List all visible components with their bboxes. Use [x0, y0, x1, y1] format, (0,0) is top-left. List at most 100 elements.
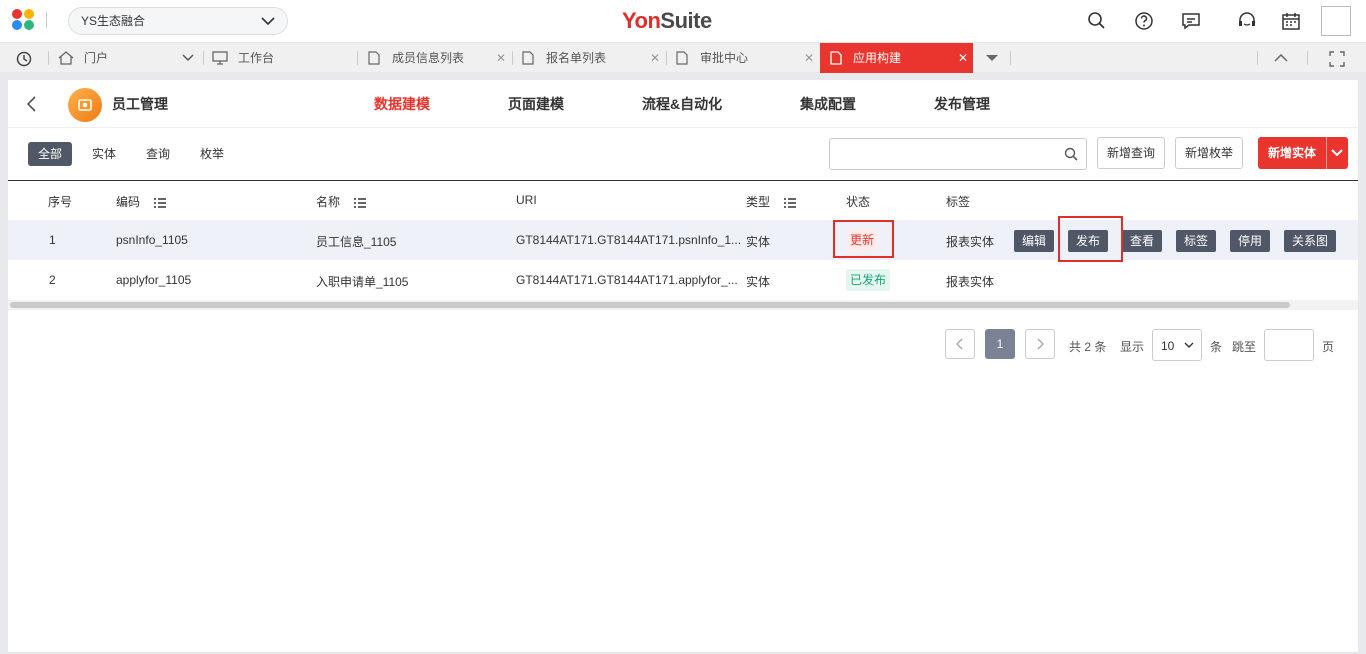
col-type-label: 类型 [746, 195, 771, 209]
chevron-right-icon [1037, 338, 1045, 350]
divider [203, 51, 204, 65]
tab-workbench[interactable]: 工作台 [212, 43, 352, 73]
back-icon[interactable] [22, 94, 42, 114]
nav-release-management[interactable]: 发布管理 [934, 94, 990, 114]
page-size-value: 10 [1161, 339, 1175, 353]
cell-tag: 报表实体 [946, 275, 995, 289]
chevron-down-icon [1184, 342, 1194, 348]
app-icon [68, 88, 102, 122]
cell-index: 1 [49, 233, 56, 247]
filter-entity[interactable]: 实体 [82, 142, 126, 166]
close-icon[interactable]: ✕ [958, 43, 968, 73]
close-icon[interactable]: ✕ [804, 43, 814, 73]
help-icon[interactable] [1134, 11, 1154, 31]
filter-query[interactable]: 查询 [136, 142, 180, 166]
service-icon[interactable] [1237, 11, 1257, 31]
chevron-down-icon[interactable] [1331, 147, 1343, 159]
document-icon [368, 51, 380, 65]
chevron-down-icon[interactable] [182, 54, 194, 62]
divider [1257, 51, 1258, 65]
history-icon[interactable] [16, 51, 32, 67]
cell-name: 入职申请单_1105 [316, 275, 409, 289]
tab-app-builder[interactable]: 应用构建 ✕ [820, 43, 973, 73]
tag-button[interactable]: 标签 [1176, 230, 1217, 252]
search-input[interactable] [830, 139, 1050, 169]
calendar-icon[interactable] [1281, 11, 1301, 31]
relation-graph-button[interactable]: 关系图 [1284, 230, 1337, 252]
chevron-left-icon [955, 338, 963, 350]
brand-part1: Yon [622, 8, 661, 33]
tab-signup-list[interactable]: 报名单列表 ✕ [520, 43, 662, 73]
edit-button[interactable]: 编辑 [1014, 230, 1055, 252]
col-uri: URI [516, 193, 537, 207]
search-icon[interactable] [1064, 147, 1078, 161]
col-tag: 标签 [946, 195, 971, 209]
chevron-up-icon[interactable] [1274, 54, 1288, 62]
document-icon [522, 51, 534, 65]
tab-label: 应用构建 [853, 51, 902, 65]
scrollbar-thumb[interactable] [10, 302, 1290, 308]
jump-page-input[interactable] [1266, 331, 1312, 359]
cell-index: 2 [49, 273, 56, 287]
tab-label: 报名单列表 [546, 51, 607, 65]
jump-page-field [1264, 329, 1314, 361]
unit-label: 条 [1210, 340, 1223, 354]
app-logo-icon[interactable] [12, 9, 38, 31]
filter-all[interactable]: 全部 [28, 142, 73, 166]
tab-label: 审批中心 [700, 51, 749, 65]
divider [46, 12, 47, 28]
col-index: 序号 [48, 195, 73, 209]
new-enum-button[interactable]: 新增枚举 [1175, 137, 1243, 169]
org-selector[interactable]: YS生态融合 [68, 7, 288, 35]
tab-member-list[interactable]: 成员信息列表 ✕ [366, 43, 508, 73]
divider [666, 51, 667, 65]
top-bar: YS生态融合 YonSuite [0, 0, 1366, 42]
nav-integration-config[interactable]: 集成配置 [800, 94, 856, 114]
filter-list-icon[interactable] [784, 198, 797, 208]
cell-name: 员工信息_1105 [316, 235, 397, 249]
tab-approval-center[interactable]: 审批中心 ✕ [674, 43, 816, 73]
close-icon[interactable]: ✕ [496, 43, 506, 73]
view-button[interactable]: 查看 [1122, 230, 1163, 252]
disable-button[interactable]: 停用 [1230, 230, 1271, 252]
prev-page-button[interactable] [945, 329, 975, 359]
next-page-button[interactable] [1025, 329, 1055, 359]
filter-enum[interactable]: 枚举 [190, 142, 234, 166]
new-query-button[interactable]: 新增查询 [1097, 137, 1165, 169]
col-code-label: 编码 [116, 195, 141, 209]
horizontal-scrollbar[interactable] [8, 300, 1358, 310]
nav-page-modeling[interactable]: 页面建模 [508, 94, 564, 114]
close-icon[interactable]: ✕ [650, 43, 660, 73]
page-label: 页 [1322, 340, 1335, 354]
divider [1326, 137, 1327, 169]
divider [1307, 51, 1308, 65]
page-size-select[interactable]: 10 [1152, 329, 1202, 361]
app-name: 员工管理 [112, 96, 168, 112]
tab-portal[interactable]: 门户 [58, 43, 198, 73]
show-label: 显示 [1120, 340, 1145, 354]
user-avatar[interactable] [1321, 6, 1351, 36]
status-badge: 已发布 [846, 269, 891, 291]
caret-down-icon[interactable] [985, 54, 999, 62]
nav-process-automation[interactable]: 流程&自动化 [642, 94, 722, 114]
cell-type: 实体 [746, 275, 771, 289]
table-row[interactable]: 1 psnInfo_1105 员工信息_1105 GT8144AT171.GT8… [8, 220, 1358, 260]
search-icon[interactable] [1087, 11, 1107, 31]
fullscreen-icon[interactable] [1329, 51, 1345, 67]
home-icon [58, 51, 74, 65]
filter-list-icon[interactable] [154, 198, 167, 208]
new-entity-label: 新增实体 [1268, 146, 1317, 160]
filter-list-icon[interactable] [354, 198, 367, 208]
table-row[interactable]: 2 applyfor_1105 入职申请单_1105 GT8144AT171.G… [8, 260, 1358, 300]
cell-uri: GT8144AT171.GT8144AT171.psnInfo_1... [516, 233, 742, 247]
col-status: 状态 [846, 195, 871, 209]
divider [357, 51, 358, 65]
divider [512, 51, 513, 65]
current-page[interactable]: 1 [985, 329, 1015, 359]
new-entity-button[interactable]: 新增实体 [1258, 137, 1348, 169]
message-icon[interactable] [1181, 11, 1201, 31]
nav-data-modeling[interactable]: 数据建模 [374, 94, 430, 114]
cell-code: applyfor_1105 [116, 273, 192, 287]
chevron-down-icon [261, 17, 275, 26]
jump-label: 跳至 [1232, 340, 1257, 354]
